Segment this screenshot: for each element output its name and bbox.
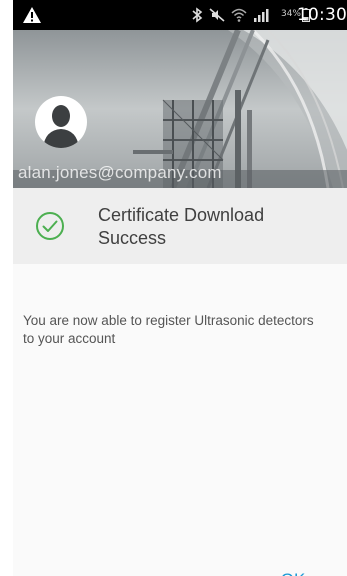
- signal-icon: [254, 9, 269, 22]
- check-circle-icon: [36, 212, 64, 240]
- status-bar: 34% 10:30: [13, 0, 347, 30]
- dialog-header: Certificate Download Success: [13, 188, 347, 264]
- app-screen: 34% 10:30 alan.jones@company.com Certifi…: [13, 0, 347, 576]
- mute-icon: [209, 8, 225, 22]
- warning-icon: [23, 7, 41, 23]
- clock: 10:30: [297, 5, 347, 25]
- dialog-message: You are now able to register Ultrasonic …: [23, 313, 314, 346]
- dialog-title: Certificate Download Success: [98, 205, 265, 248]
- avatar-icon: [35, 96, 87, 148]
- profile-header: alan.jones@company.com: [13, 30, 347, 188]
- bluetooth-icon: [192, 7, 203, 23]
- user-email: alan.jones@company.com: [18, 163, 222, 182]
- wifi-icon: [231, 8, 247, 22]
- ok-button[interactable]: OK: [265, 566, 321, 576]
- dialog-body: You are now able to register Ultrasonic …: [13, 264, 347, 576]
